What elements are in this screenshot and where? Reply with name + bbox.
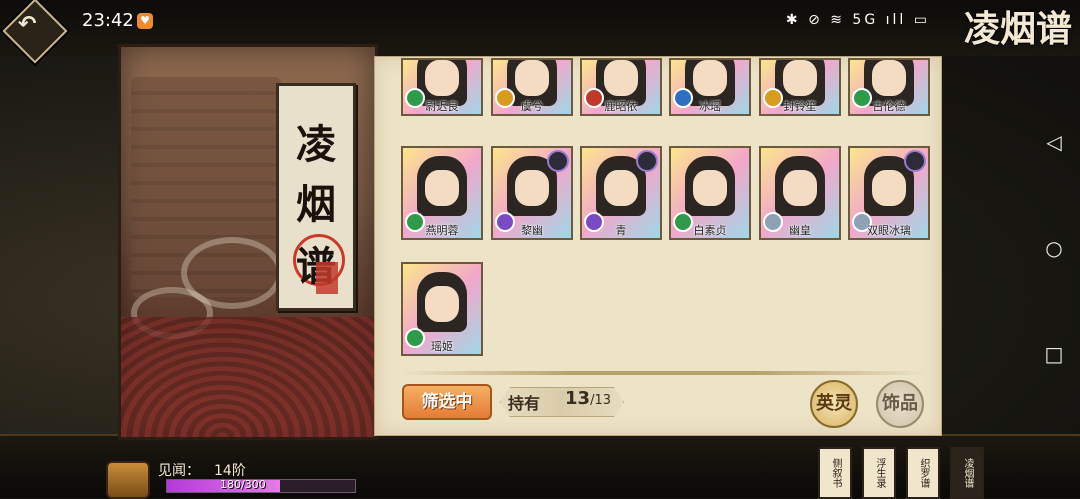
hero-card[interactable]: 虞兮: [491, 58, 573, 116]
hero-face: [425, 170, 459, 206]
hero-name: 古伦德: [872, 100, 906, 113]
book-tab-active[interactable]: 凌烟谱: [950, 447, 984, 499]
hero-name: 尉迟良: [425, 100, 459, 113]
treasure-chest-icon[interactable]: [106, 461, 150, 499]
nav-back-icon[interactable]: ◁: [1042, 130, 1066, 154]
back-arrow-icon: ↶: [18, 12, 37, 37]
awaken-badge-icon: [636, 150, 658, 172]
xp-value: 180/300: [220, 478, 266, 491]
book-tab[interactable]: 织罗谱: [906, 447, 940, 499]
hero-card[interactable]: 黎幽: [491, 146, 573, 240]
xp-rank: 14阶: [214, 463, 246, 479]
hero-card[interactable]: 封铃笙: [759, 58, 841, 116]
hero-face: [693, 170, 727, 206]
wave-pattern: [121, 317, 375, 437]
hero-card[interactable]: 幽皇: [759, 146, 841, 240]
hero-face: [872, 170, 906, 206]
xp-label: 见闻：: [158, 463, 200, 479]
hero-name: 白素贞: [693, 224, 727, 237]
hero-face: [783, 170, 817, 206]
hero-card[interactable]: 白素贞: [669, 146, 751, 240]
nav-home-icon[interactable]: ○: [1042, 236, 1066, 260]
hero-name: 虞兮: [521, 100, 543, 113]
own-label: 持有: [508, 394, 541, 413]
hero-face: [515, 170, 549, 206]
status-time: 23:42: [82, 10, 134, 31]
book-tab[interactable]: 侧叙书: [818, 447, 852, 499]
filter-button[interactable]: 筛选中: [402, 384, 492, 420]
game-logo: 凌烟谱: [963, 8, 1072, 50]
hero-face: [425, 60, 459, 96]
hero-face: [515, 60, 549, 96]
ornament-button[interactable]: 饰品: [876, 380, 924, 428]
hero-name: 冰瑶: [699, 100, 721, 113]
hero-card[interactable]: 青: [580, 146, 662, 240]
notification-badge-icon: ♥: [137, 13, 153, 29]
spirit-button[interactable]: 英灵: [810, 380, 858, 428]
hero-card[interactable]: 冰瑶: [669, 58, 751, 116]
awaken-badge-icon: [904, 150, 926, 172]
hero-face: [604, 170, 638, 206]
book-tab[interactable]: 浮生录: [862, 447, 896, 499]
nav-recents-icon[interactable]: □: [1042, 342, 1066, 366]
own-total: /13: [590, 393, 611, 408]
own-count: 13/13: [565, 388, 611, 409]
hero-face: [783, 60, 817, 96]
hero-card[interactable]: 燕明蓉: [401, 146, 483, 240]
awaken-badge-icon: [547, 150, 569, 172]
hero-card[interactable]: 尉迟良: [401, 58, 483, 116]
hero-card[interactable]: 鹿昭依: [580, 58, 662, 116]
red-seal-stamp: [316, 262, 338, 294]
hero-card[interactable]: 瑶姬: [401, 262, 483, 356]
hero-card[interactable]: 古伦德: [848, 58, 930, 116]
hero-face: [693, 60, 727, 96]
own-count-value: 13: [565, 388, 591, 409]
hero-name: 封铃笙: [783, 100, 817, 113]
hero-name: 鹿昭依: [604, 100, 638, 113]
hero-name: 瑶姬: [431, 340, 453, 353]
status-icons: ✱ ⊘ ≋ 5G ıll ▭: [785, 12, 930, 28]
hero-face: [604, 60, 638, 96]
hero-name: 幽皇: [789, 224, 811, 237]
hero-face: [425, 286, 459, 322]
hero-name: 青: [615, 224, 627, 237]
hero-name: 黎幽: [521, 224, 543, 237]
divider: [400, 371, 928, 375]
title-char: 凌: [296, 121, 336, 168]
hero-name: 双眼冰璃: [867, 224, 911, 237]
hero-card[interactable]: 双眼冰璃: [848, 146, 930, 240]
hero-face: [872, 60, 906, 96]
title-char: 烟: [296, 181, 336, 228]
hero-name: 燕明蓉: [425, 224, 459, 237]
